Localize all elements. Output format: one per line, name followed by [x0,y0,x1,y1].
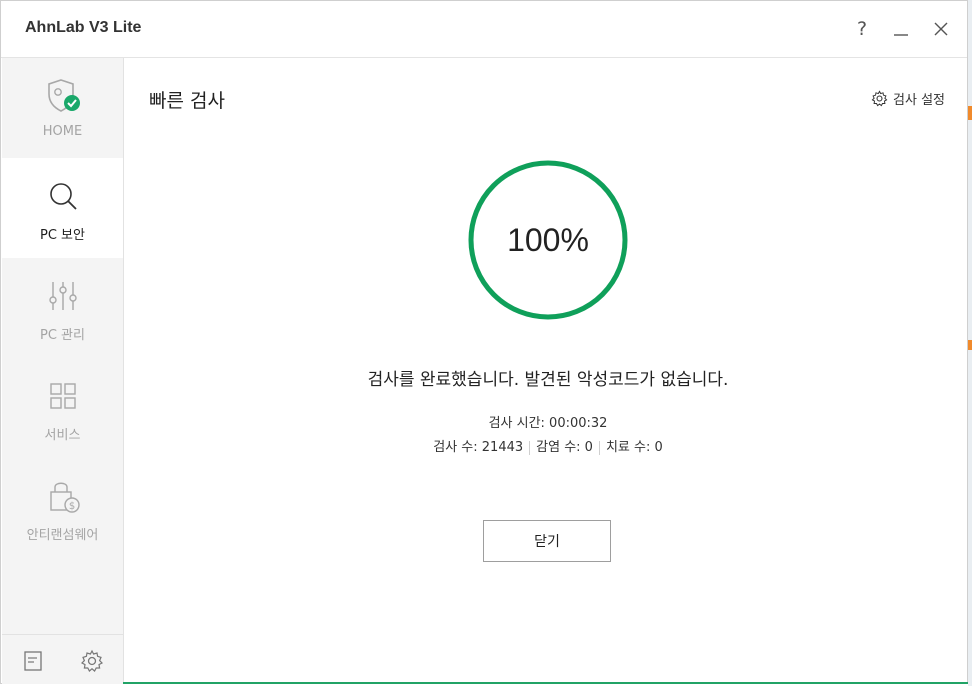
result-message: 검사를 완료했습니다. 발견된 악성코드가 없습니다. [367,370,729,390]
shield-check-icon [47,79,80,112]
help-button[interactable]: ? [848,15,876,43]
sidebar-item-label: PC 보안 [40,228,85,243]
document-icon [24,651,42,671]
scan-settings-button[interactable]: 검사 설정 [871,89,945,108]
page-title: 빠른 검사 [149,90,225,112]
sidebar-item-anti-ransomware[interactable]: $ 안티랜섬웨어 [2,458,123,558]
help-icon: ? [856,18,868,40]
close-window-button[interactable] [927,15,955,43]
scan-settings-label: 검사 설정 [893,93,945,108]
svg-text:$: $ [68,501,74,512]
close-icon [934,22,948,36]
lock-dollar-icon: $ [49,482,80,513]
background-window-accent [968,106,972,120]
search-icon [49,183,77,210]
progress-percent: 100% [507,221,589,258]
app-title: AhnLab V3 Lite [25,19,142,36]
sidebar: HOME PC 보안 PC 관리 서비스 $ 안티랜섬웨어 [2,58,124,684]
title-bar: AhnLab V3 Lite ? [1,1,967,58]
sidebar-item-label: PC 관리 [40,328,85,343]
grid-icon [49,383,76,409]
minimize-button[interactable] [887,15,915,43]
sidebar-item-label: 안티랜섬웨어 [26,528,99,543]
stats-divider [598,440,600,455]
sidebar-item-label: 서비스 [44,428,81,443]
sidebar-item-label: HOME [42,124,83,139]
report-button[interactable] [19,647,47,675]
gear-icon [871,90,888,107]
sidebar-item-home[interactable]: HOME [2,58,123,158]
sliders-icon [48,282,77,310]
gear-icon [81,649,103,672]
stats-divider [529,440,531,455]
settings-button[interactable] [78,647,106,675]
app-window: AhnLab V3 Lite ? HOME PC 보안 PC 관리 서비스 $ … [0,0,968,684]
cured-count: 치료 수: 0 [605,440,663,455]
scanned-count: 검사 수: 21443 [433,440,524,455]
bottom-accent-line [123,682,968,684]
infected-count: 감염 수: 0 [536,440,593,455]
sidebar-footer [2,634,123,685]
background-window-accent [968,340,972,350]
sidebar-item-services[interactable]: 서비스 [2,358,123,458]
scan-time: 검사 시간: 00:00:32 [488,416,608,431]
main-panel: 빠른 검사 검사 설정 100% 검사를 완료했습니다. 발견된 악성코드가 없… [124,58,967,684]
close-button[interactable]: 닫기 [483,520,611,562]
minimize-icon [894,34,908,36]
sidebar-item-pc-security[interactable]: PC 보안 [2,158,123,258]
scan-stats: 검사 수: 21443 감염 수: 0 치료 수: 0 [124,436,972,455]
sidebar-item-pc-management[interactable]: PC 관리 [2,258,123,358]
